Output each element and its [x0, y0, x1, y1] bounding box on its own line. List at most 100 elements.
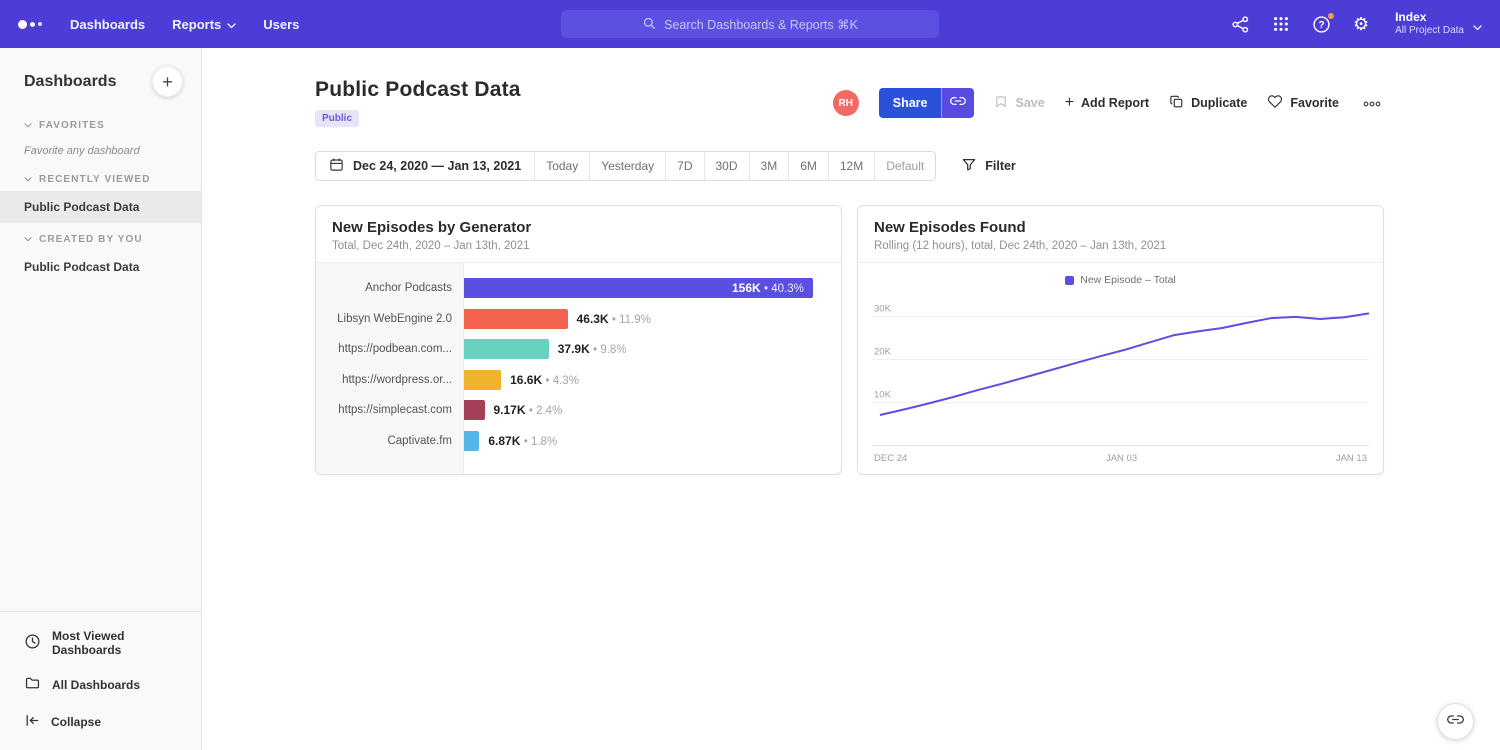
bar-pct-label: • 1.8%	[524, 436, 557, 448]
bar-segment[interactable]	[464, 400, 485, 420]
bar-segment[interactable]	[464, 309, 568, 329]
bar-track: 46.3K • 11.9%	[464, 309, 841, 329]
help-icon[interactable]: ?	[1312, 15, 1331, 34]
calendar-icon	[329, 157, 344, 175]
preset-7d[interactable]: 7D	[665, 152, 703, 180]
project-switcher[interactable]: Index All Project Data	[1395, 10, 1482, 38]
more-options-button[interactable]	[1359, 90, 1385, 116]
visibility-badge: Public	[315, 110, 359, 127]
bar-chart: Anchor Podcasts156K • 40.3%Libsyn WebEng…	[316, 263, 841, 474]
x-tick: JAN 03	[1106, 453, 1137, 464]
add-dashboard-button[interactable]: +	[152, 66, 183, 97]
bar-value-label: 46.3K	[577, 312, 609, 326]
bar-row: Libsyn WebEngine 2.046.3K • 11.9%	[316, 304, 841, 335]
share-button[interactable]: Share	[879, 88, 942, 118]
top-nav: Dashboards Reports Users Search Dashboar…	[0, 0, 1500, 48]
bar-category-label: https://simplecast.com	[316, 404, 464, 416]
most-viewed-dashboards[interactable]: Most Viewed Dashboards	[0, 620, 201, 666]
bar-segment[interactable]: 156K • 40.3%	[464, 278, 813, 298]
bar-row: https://simplecast.com9.17K • 2.4%	[316, 395, 841, 426]
date-range-control: Dec 24, 2020 — Jan 13, 2021 Today Yester…	[315, 151, 936, 181]
sidebar-title: Dashboards	[24, 73, 116, 91]
section-recently-viewed-label: RECENTLY VIEWED	[39, 174, 151, 185]
project-subtitle: All Project Data	[1395, 25, 1464, 38]
all-dashboards[interactable]: All Dashboards	[0, 666, 201, 704]
filter-label: Filter	[985, 159, 1016, 173]
settings-gear-icon[interactable]: ⚙	[1353, 15, 1369, 33]
preset-today[interactable]: Today	[534, 152, 589, 180]
bar-pct-label: • 40.3%	[764, 283, 804, 295]
share-button-group: Share	[879, 88, 975, 118]
dashboard-toolbar: RH Share Save + Add Report Dup	[833, 88, 1385, 118]
preset-6m[interactable]: 6M	[788, 152, 828, 180]
line-chart: New Episode – Total 30K20K10K DEC 24 JAN…	[858, 263, 1383, 474]
link-icon	[950, 93, 966, 114]
bar-pct-label: • 4.3%	[545, 375, 578, 387]
search-placeholder: Search Dashboards & Reports ⌘K	[664, 17, 858, 32]
apps-grid-icon[interactable]	[1272, 15, 1290, 33]
line-series[interactable]	[880, 313, 1369, 415]
card-new-episodes-by-generator: New Episodes by Generator Total, Dec 24t…	[315, 205, 842, 475]
legend-swatch	[1065, 276, 1074, 285]
legend-label: New Episode – Total	[1080, 274, 1176, 286]
bar-value-label: 6.87K	[488, 434, 520, 448]
section-created-by-you-label: CREATED BY YOU	[39, 234, 143, 245]
bar-row: Captivate.fm6.87K • 1.8%	[316, 426, 841, 457]
filter-button[interactable]: Filter	[961, 157, 1016, 175]
avatar[interactable]: RH	[833, 90, 859, 116]
link-icon	[1447, 711, 1464, 733]
bar-segment[interactable]	[464, 431, 479, 451]
line-plot[interactable]: 30K20K10K	[872, 295, 1369, 446]
heart-icon	[1267, 94, 1283, 112]
connections-icon[interactable]	[1231, 15, 1250, 34]
bar-category-label: Anchor Podcasts	[316, 282, 464, 294]
section-created-by-you[interactable]: CREATED BY YOU	[0, 223, 201, 251]
card-subtitle: Rolling (12 hours), total, Dec 24th, 202…	[874, 240, 1367, 252]
bar-pct-label: • 2.4%	[529, 405, 562, 417]
preset-3m[interactable]: 3M	[749, 152, 789, 180]
page-title: Public Podcast Data	[315, 78, 521, 102]
bar-category-label: https://wordpress.or...	[316, 374, 464, 386]
nav-reports[interactable]: Reports	[172, 17, 236, 32]
bar-track: 37.9K • 9.8%	[464, 339, 841, 359]
more-dots-icon	[1363, 94, 1381, 112]
preset-30d[interactable]: 30D	[704, 152, 749, 180]
card-subtitle: Total, Dec 24th, 2020 – Jan 13th, 2021	[332, 240, 825, 252]
nav-dashboards[interactable]: Dashboards	[70, 17, 145, 32]
preset-yesterday[interactable]: Yesterday	[589, 152, 665, 180]
preset-12m[interactable]: 12M	[828, 152, 874, 180]
copy-link-floating-button[interactable]	[1437, 703, 1474, 740]
bar-chart-rows: Anchor Podcasts156K • 40.3%Libsyn WebEng…	[316, 263, 841, 456]
legend-item[interactable]: New Episode – Total	[872, 274, 1369, 286]
most-viewed-icon	[24, 633, 41, 653]
sidebar-item-public-podcast-data[interactable]: Public Podcast Data	[0, 191, 201, 223]
sidebar-item-public-podcast-data-created[interactable]: Public Podcast Data	[0, 251, 201, 283]
all-dashboards-label: All Dashboards	[52, 678, 140, 692]
share-link-button[interactable]	[941, 88, 974, 118]
bar-segment[interactable]	[464, 339, 549, 359]
section-recently-viewed[interactable]: RECENTLY VIEWED	[0, 163, 201, 191]
add-report-button[interactable]: + Add Report	[1065, 95, 1149, 111]
date-range-picker[interactable]: Dec 24, 2020 — Jan 13, 2021	[316, 152, 534, 180]
favorite-label: Favorite	[1290, 96, 1339, 110]
nav-users[interactable]: Users	[263, 17, 299, 32]
app-logo-icon[interactable]	[18, 20, 42, 29]
collapse-sidebar[interactable]: Collapse	[0, 704, 201, 740]
search-input[interactable]: Search Dashboards & Reports ⌘K	[561, 10, 939, 38]
section-favorites-label: FAVORITES	[39, 120, 105, 131]
bar-track: 9.17K • 2.4%	[464, 400, 841, 420]
save-button[interactable]: Save	[994, 94, 1044, 112]
bar-pct-label: • 9.8%	[593, 344, 626, 356]
search-icon	[642, 16, 656, 33]
preset-default[interactable]: Default	[874, 152, 935, 180]
section-favorites[interactable]: FAVORITES	[0, 109, 201, 137]
favorites-empty-text: Favorite any dashboard	[0, 137, 201, 163]
bar-row: Anchor Podcasts156K • 40.3%	[316, 273, 841, 304]
favorite-button[interactable]: Favorite	[1267, 94, 1339, 112]
x-axis-ticks: DEC 24 JAN 03 JAN 13	[872, 446, 1369, 474]
collapse-icon	[24, 713, 40, 731]
duplicate-button[interactable]: Duplicate	[1169, 94, 1247, 112]
bar-segment[interactable]	[464, 370, 501, 390]
plus-icon: +	[1065, 95, 1074, 111]
chevron-down-icon	[24, 174, 32, 185]
